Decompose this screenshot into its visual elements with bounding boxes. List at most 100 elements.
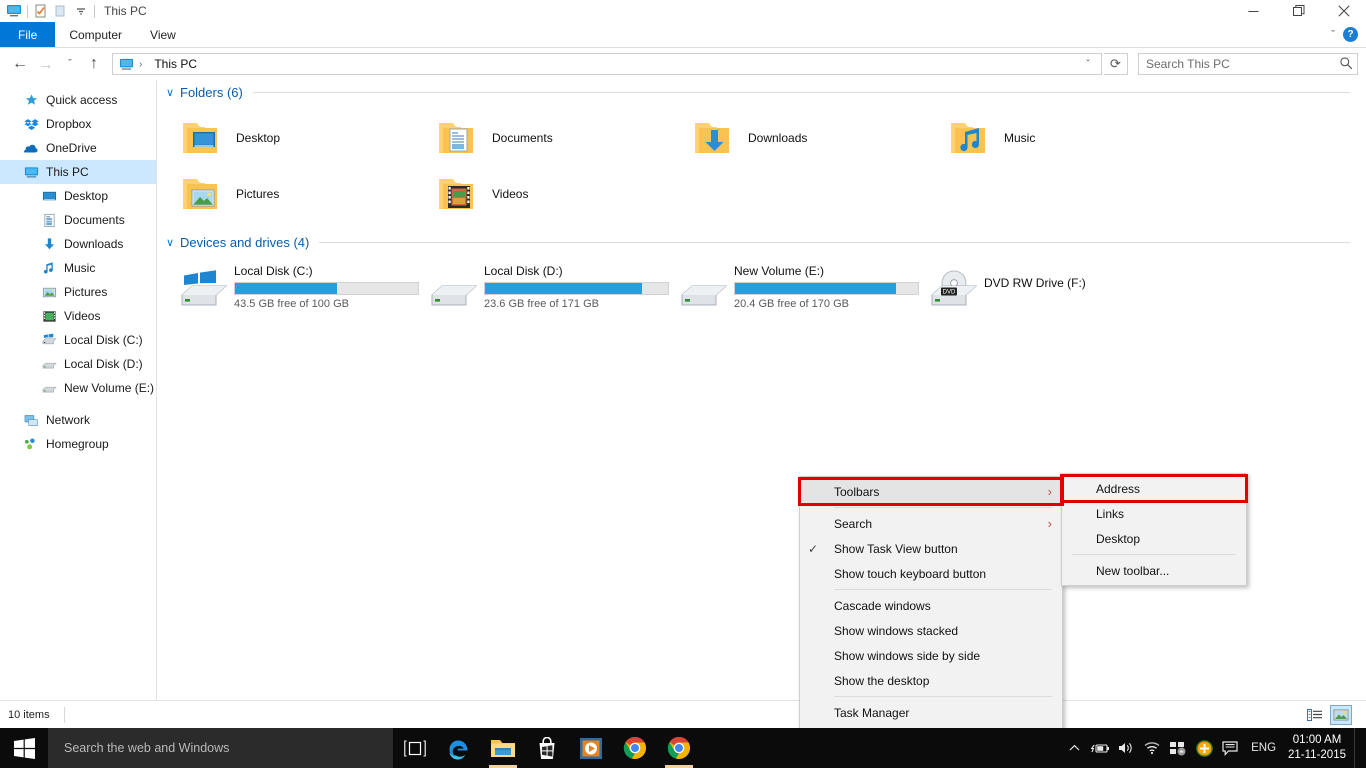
wifi-icon[interactable] (1139, 728, 1165, 768)
back-button[interactable]: ← (8, 51, 32, 77)
sidebar-item-this-pc[interactable]: This PC (0, 160, 156, 184)
taskbar-search-box[interactable]: Search the web and Windows (48, 728, 393, 768)
list-item[interactable]: Documents (434, 110, 690, 166)
documents-icon (40, 211, 58, 229)
taskbar-store[interactable] (525, 728, 569, 768)
help-icon[interactable]: ? (1343, 27, 1358, 42)
taskbar-chrome-2[interactable] (657, 728, 701, 768)
close-button[interactable] (1321, 0, 1366, 22)
sidebar-item-new-volume-e[interactable]: New Volume (E:) (0, 376, 156, 400)
forward-button[interactable]: → (34, 51, 58, 77)
menu-item-cascade-windows[interactable]: Cascade windows (800, 593, 1062, 618)
clock-time: 01:00 AM (1292, 734, 1342, 746)
list-item[interactable]: Music (946, 110, 1202, 166)
folders-group-header[interactable]: ∨ Folders (6) (158, 80, 1366, 104)
sidebar-item-documents[interactable]: Documents (0, 208, 156, 232)
divider (834, 696, 1052, 697)
details-view-button[interactable] (1304, 705, 1326, 725)
breadcrumb-current[interactable]: This PC (154, 57, 197, 71)
toolbars-submenu[interactable]: Address Links Desktop New toolbar... (1060, 473, 1248, 586)
show-desktop-button[interactable] (1354, 728, 1360, 768)
action-center-icon[interactable] (1217, 728, 1243, 768)
taskbar-file-explorer[interactable] (481, 728, 525, 768)
minimize-button[interactable] (1231, 0, 1276, 22)
sidebar-item-label: OneDrive (46, 141, 97, 155)
sidebar-item-local-disk-c[interactable]: Local Disk (C:) (0, 328, 156, 352)
chevron-right-icon: › (1047, 484, 1052, 499)
update-icon[interactable] (1191, 728, 1217, 768)
network-share-icon[interactable] (1165, 728, 1191, 768)
list-item[interactable]: Pictures (178, 166, 434, 222)
submenu-item-new-toolbar[interactable]: New toolbar... (1062, 558, 1246, 583)
chevron-down-icon[interactable]: ˇ (1077, 54, 1099, 74)
drive-label: Local Disk (C:) (234, 264, 313, 278)
menu-item-show-windows-side-by-side[interactable]: Show windows side by side (800, 643, 1062, 668)
up-button[interactable]: ↑ (82, 51, 106, 77)
sidebar-item-downloads[interactable]: Downloads (0, 232, 156, 256)
menu-item-show-the-desktop[interactable]: Show the desktop (800, 668, 1062, 693)
sidebar-item-videos[interactable]: Videos (0, 304, 156, 328)
sidebar-item-onedrive[interactable]: OneDrive (0, 136, 156, 160)
list-item[interactable]: DVD DVD RW Drive (F:) (928, 262, 1178, 318)
drive-free-text: 23.6 GB free of 171 GB (484, 298, 599, 310)
sidebar-item-label: Quick access (46, 93, 118, 107)
list-item[interactable]: Downloads (690, 110, 946, 166)
list-item[interactable]: Videos (434, 166, 690, 222)
start-button[interactable] (0, 728, 48, 768)
submenu-item-links[interactable]: Links (1062, 501, 1246, 526)
drives-group-header[interactable]: ∨ Devices and drives (4) (158, 230, 1366, 254)
search-input[interactable] (1146, 57, 1339, 71)
taskbar-chrome[interactable] (613, 728, 657, 768)
menu-item-show-task-view-button[interactable]: ✓ Show Task View button (800, 536, 1062, 561)
volume-icon[interactable] (1113, 728, 1139, 768)
properties-icon[interactable] (31, 1, 51, 21)
tab-computer[interactable]: Computer (55, 22, 136, 47)
sidebar-item-dropbox[interactable]: Dropbox (0, 112, 156, 136)
clock-date: 21-11-2015 (1288, 749, 1346, 761)
menu-item-show-windows-stacked[interactable]: Show windows stacked (800, 618, 1062, 643)
menu-item-show-touch-keyboard-button[interactable]: Show touch keyboard button (800, 561, 1062, 586)
taskbar-edge[interactable] (437, 728, 481, 768)
refresh-button[interactable]: ⟳ (1104, 53, 1128, 75)
submenu-item-desktop[interactable]: Desktop (1062, 526, 1246, 551)
navigation-pane[interactable]: Quick access Dropbox OneDrive This PC De… (0, 80, 157, 700)
menu-item-label: Show Task View button (834, 541, 958, 556)
tab-file[interactable]: File (0, 22, 56, 47)
sidebar-item-quick-access[interactable]: Quick access (0, 88, 156, 112)
breadcrumb[interactable]: › This PC ˇ (112, 53, 1102, 75)
list-item[interactable]: New Volume (E:) 20.4 GB free of 170 GB (678, 262, 928, 318)
expand-ribbon-icon[interactable]: ˇ (1331, 29, 1335, 41)
sidebar-item-homegroup[interactable]: Homegroup (0, 432, 156, 456)
language-indicator[interactable]: ENG (1243, 742, 1284, 754)
chevron-down-icon[interactable]: ∨ (166, 236, 180, 249)
list-item[interactable]: Desktop (178, 110, 434, 166)
list-item[interactable]: Local Disk (C:) 43.5 GB free of 100 GB (178, 262, 428, 318)
task-view-button[interactable] (393, 728, 437, 768)
recent-locations-button[interactable]: ˇ (60, 51, 80, 77)
sidebar-item-network[interactable]: Network (0, 408, 156, 432)
taskbar-media-player[interactable] (569, 728, 613, 768)
maximize-restore-button[interactable] (1276, 0, 1321, 22)
sidebar-item-desktop[interactable]: Desktop (0, 184, 156, 208)
search-box[interactable] (1138, 53, 1358, 75)
sidebar-item-pictures[interactable]: Pictures (0, 280, 156, 304)
list-item[interactable]: Local Disk (D:) 23.6 GB free of 171 GB (428, 262, 678, 318)
ribbon-right-controls: ˇ ? (1331, 22, 1366, 47)
sidebar-item-music[interactable]: Music (0, 256, 156, 280)
battery-icon[interactable] (1087, 728, 1113, 768)
large-icons-view-button[interactable] (1330, 704, 1352, 725)
taskbar-context-menu[interactable]: Toolbars › Search › ✓ Show Task View but… (798, 476, 1064, 768)
submenu-item-address[interactable]: Address (1060, 474, 1248, 503)
customize-dropdown-icon[interactable] (71, 1, 91, 21)
menu-item-task-manager[interactable]: Task Manager (800, 700, 1062, 725)
sidebar-item-local-disk-d[interactable]: Local Disk (D:) (0, 352, 156, 376)
chevron-down-icon[interactable]: ∨ (166, 86, 180, 99)
menu-item-toolbars[interactable]: Toolbars › (798, 477, 1064, 506)
new-folder-icon[interactable] (51, 1, 71, 21)
clock[interactable]: 01:00 AM 21-11-2015 (1284, 733, 1354, 763)
tray-overflow-icon[interactable] (1061, 728, 1087, 768)
tab-view[interactable]: View (136, 22, 190, 47)
search-icon[interactable] (1339, 56, 1353, 73)
menu-item-label: Search (834, 516, 873, 531)
menu-item-search[interactable]: Search › (800, 511, 1062, 536)
